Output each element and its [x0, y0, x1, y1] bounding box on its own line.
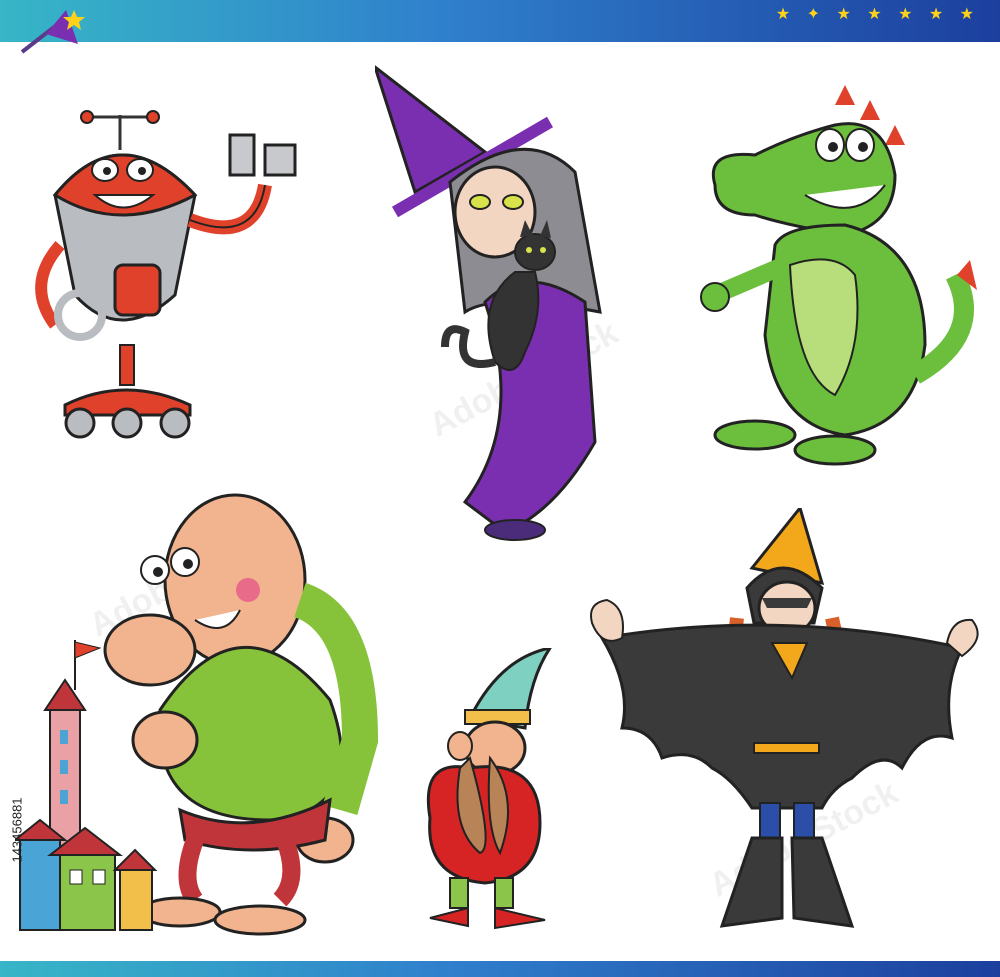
wizard-hat-wand-icon [20, 10, 85, 54]
houses-icon [15, 818, 158, 931]
dwarf [426, 648, 552, 930]
dragon [700, 85, 977, 466]
robot [35, 110, 297, 439]
stars-icon: ★ ✦ ★ ★ ★ ★ ★ [775, 6, 980, 23]
bottom-banner [0, 961, 1000, 977]
witch-with-cat [375, 65, 602, 541]
stock-id: 143456881 [9, 797, 25, 863]
bat-costume-kid [590, 508, 979, 928]
